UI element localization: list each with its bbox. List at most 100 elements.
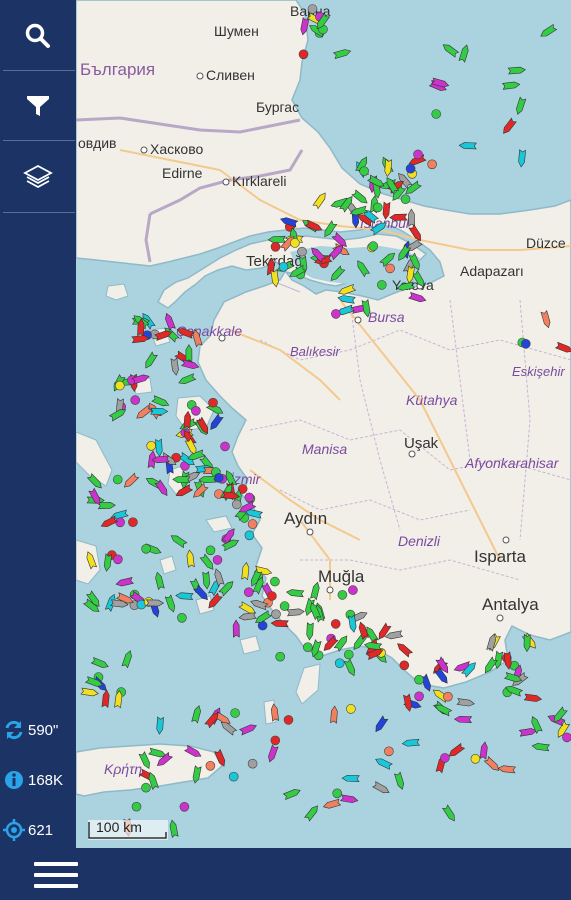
- vessel-marker[interactable]: [346, 704, 356, 714]
- vessel-marker[interactable]: [343, 649, 354, 660]
- vessel-marker[interactable]: [270, 576, 280, 587]
- info-icon: [5, 771, 23, 789]
- vessel-marker[interactable]: [205, 545, 216, 556]
- vessel-marker[interactable]: [384, 746, 394, 757]
- vessel-marker[interactable]: [279, 601, 290, 611]
- scale-label: 100 km: [96, 819, 142, 835]
- vessel-marker[interactable]: [307, 4, 318, 14]
- vessel-marker[interactable]: [298, 49, 309, 60]
- vessel-marker[interactable]: [520, 338, 531, 349]
- label-adapazari: Adapazarı: [460, 263, 524, 279]
- vessel-marker[interactable]: [337, 590, 348, 600]
- vessel-marker[interactable]: [115, 380, 125, 391]
- vessel-marker[interactable]: [470, 753, 481, 764]
- vessel-marker[interactable]: [414, 674, 424, 685]
- vessel-marker[interactable]: [115, 517, 125, 528]
- map-canvas[interactable]: Варна Шумен България Сливен Бургас овдив…: [0, 0, 571, 900]
- layers-icon: [23, 164, 53, 189]
- vessel-marker[interactable]: [400, 194, 411, 204]
- vessel-marker[interactable]: [413, 149, 423, 160]
- vessel-marker[interactable]: [179, 801, 190, 812]
- vessel-marker[interactable]: [348, 585, 358, 595]
- vessel-marker[interactable]: [275, 651, 286, 662]
- vessel-marker[interactable]: [141, 543, 151, 554]
- vessel-marker[interactable]: [302, 642, 313, 653]
- vessel-marker[interactable]: [414, 691, 424, 702]
- vessel-marker[interactable]: [290, 238, 300, 248]
- target-value: 621: [28, 821, 54, 839]
- vessel-marker[interactable]: [334, 658, 345, 669]
- vessel-marker[interactable]: [385, 263, 395, 274]
- label-plovdiv: овдив: [78, 135, 117, 151]
- vessel-marker[interactable]: [141, 782, 151, 793]
- info-value: 168K: [28, 771, 64, 789]
- vessel-marker[interactable]: [443, 691, 453, 702]
- vessel-marker[interactable]: [244, 492, 255, 503]
- label-aydin: Aydın: [284, 509, 327, 528]
- vessel-marker[interactable]: [278, 261, 289, 272]
- vessel-marker[interactable]: [440, 753, 450, 763]
- vessel-marker[interactable]: [368, 241, 379, 251]
- vessel-marker[interactable]: [331, 309, 341, 319]
- label-haskovo: Хасково: [150, 141, 203, 157]
- search-button[interactable]: [0, 2, 76, 70]
- vessel-marker[interactable]: [247, 519, 258, 529]
- vessel-marker[interactable]: [177, 612, 187, 623]
- label-usak: Uşak: [404, 435, 439, 452]
- vessel-marker[interactable]: [431, 109, 442, 119]
- label-eskisehir: Eskişehir: [512, 364, 565, 379]
- vessel-marker[interactable]: [232, 499, 242, 510]
- bottom-bar: [0, 848, 571, 900]
- info-stat[interactable]: 168K: [0, 760, 76, 800]
- vessel-marker[interactable]: [405, 163, 416, 174]
- vessel-marker[interactable]: [283, 715, 294, 725]
- vessel-marker[interactable]: [130, 395, 140, 405]
- label-afyon: Afyonkarahisar: [464, 455, 560, 471]
- vessel-marker[interactable]: [297, 246, 307, 257]
- vessel-marker[interactable]: [332, 788, 343, 799]
- vessel-marker[interactable]: [270, 735, 281, 746]
- vessel-marker[interactable]: [146, 440, 156, 451]
- vessel-marker[interactable]: [330, 619, 341, 629]
- vessel-marker[interactable]: [372, 202, 383, 213]
- vessel-marker[interactable]: [271, 609, 281, 620]
- vessel-marker[interactable]: [427, 159, 437, 170]
- refresh-stat[interactable]: 590": [0, 710, 76, 750]
- crosshair-icon: [3, 819, 25, 841]
- menu-button[interactable]: [28, 856, 84, 894]
- search-icon: [25, 23, 50, 48]
- vessel-marker[interactable]: [214, 472, 224, 483]
- vessel-marker[interactable]: [562, 732, 571, 743]
- vessel-marker[interactable]: [376, 280, 387, 290]
- layers-button[interactable]: [0, 142, 76, 210]
- vessel-marker[interactable]: [191, 405, 201, 416]
- vessel-marker[interactable]: [131, 801, 142, 812]
- label-manisa: Manisa: [302, 441, 347, 457]
- vessel-marker[interactable]: [359, 166, 369, 176]
- vessel-marker[interactable]: [244, 530, 255, 541]
- vessel-marker[interactable]: [230, 708, 240, 718]
- vessel-marker[interactable]: [244, 587, 254, 598]
- label-isparta: Isparta: [474, 547, 527, 566]
- target-stat[interactable]: 621: [0, 810, 76, 850]
- vessel-marker[interactable]: [112, 474, 123, 485]
- vessel-marker[interactable]: [205, 760, 216, 771]
- vessel-marker[interactable]: [220, 441, 230, 452]
- vessel-marker[interactable]: [212, 555, 223, 565]
- vessel-marker[interactable]: [208, 397, 218, 408]
- vessel-marker[interactable]: [267, 591, 277, 601]
- vessel-marker[interactable]: [399, 660, 410, 671]
- label-mugla: Muğla: [318, 567, 365, 586]
- vessel-marker[interactable]: [113, 554, 123, 565]
- filter-button[interactable]: [0, 72, 76, 140]
- vessel-marker[interactable]: [128, 517, 138, 528]
- label-antalya: Antalya: [482, 595, 539, 614]
- sidebar-divider: [3, 212, 75, 213]
- vessel-marker[interactable]: [247, 758, 258, 769]
- label-shumen: Шумен: [214, 23, 259, 39]
- label-duzce: Düzce: [526, 235, 566, 251]
- sidebar: 590" 168K 621: [0, 0, 76, 848]
- label-kirklareli: Kırklareli: [232, 173, 286, 189]
- vessel-marker[interactable]: [270, 242, 281, 252]
- vessel-marker[interactable]: [228, 771, 239, 782]
